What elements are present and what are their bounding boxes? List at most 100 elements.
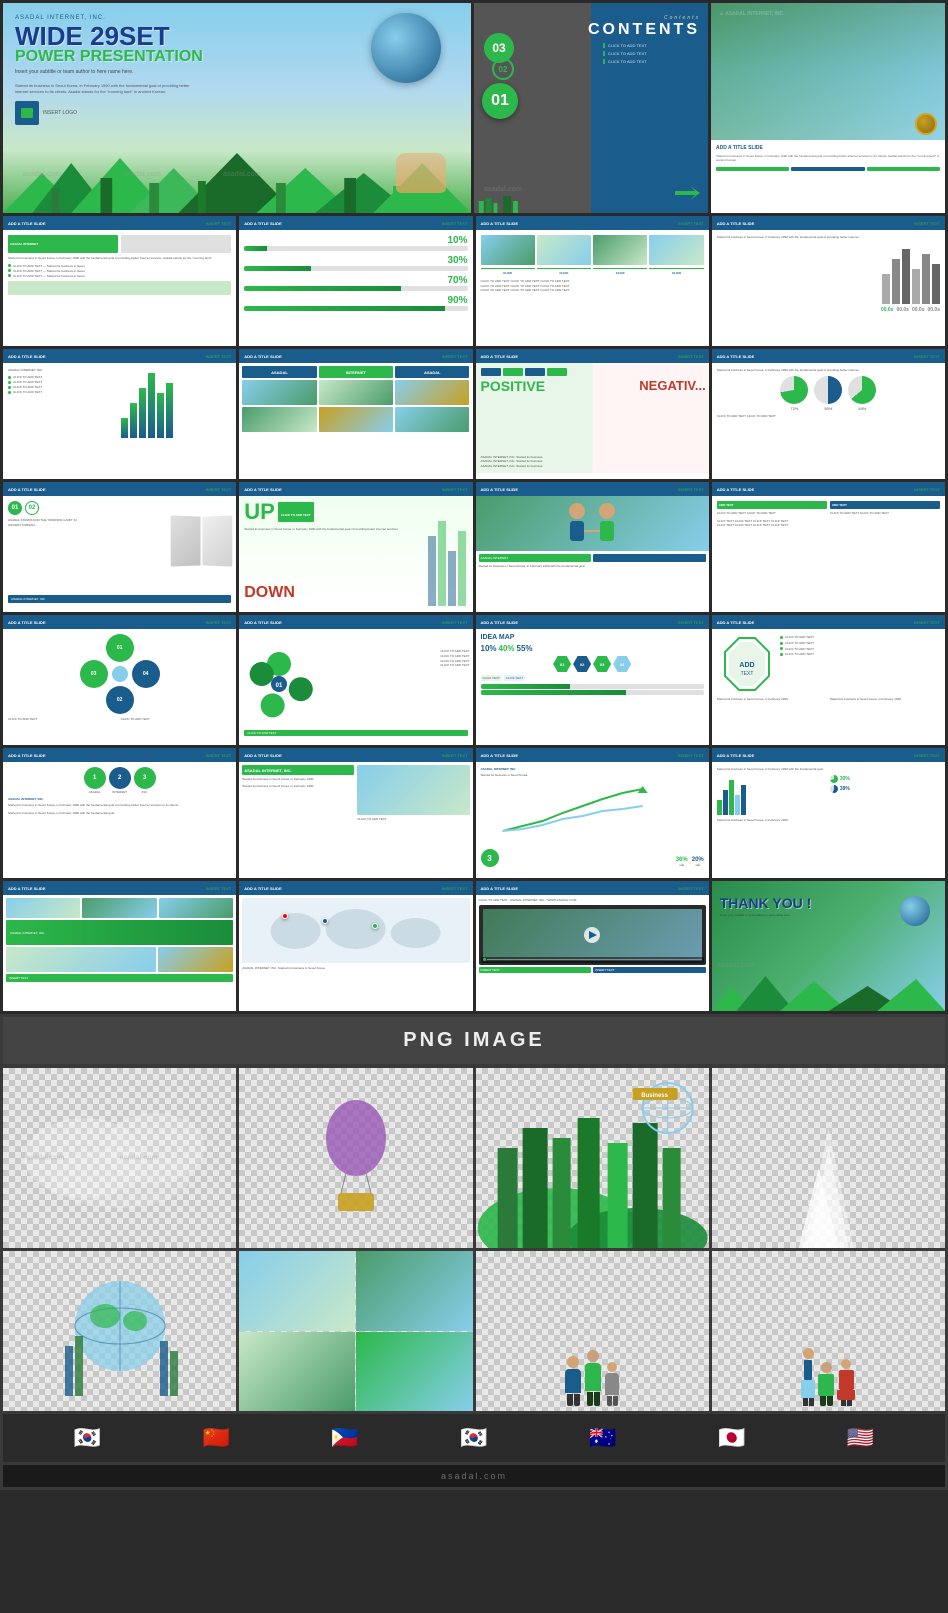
slide-3-4-label: ADD A TITLE SLIDE <box>717 354 754 359</box>
thank-you-slide[interactable]: THANK YOU ! Insert your subtitle or team… <box>712 881 945 1011</box>
slide-4-1-label: ADD A TITLE SLIDE <box>8 487 45 492</box>
footer-text: asadal.com <box>441 1471 507 1481</box>
contents-slide[interactable]: 03 02 01 Contents CONTENTS CLICK TO ADD … <box>474 3 708 213</box>
slide-3-3-label: ADD A TITLE SLIDE <box>481 354 518 359</box>
title-slide-1-header: ADD A TITLE SLIDE <box>716 145 940 151</box>
png-item-balloon <box>239 1068 472 1248</box>
click-text-1: CLICK TO ADD TEXT <box>603 43 703 48</box>
slide-3-3[interactable]: ADD A TITLE SLIDE INSERT TEXT POSITIVE N… <box>476 349 709 479</box>
positive-text: POSITIVE <box>481 378 546 394</box>
hero-body-text: Started its business in Seoul Korea, in … <box>15 83 195 95</box>
title-slide-1[interactable]: ▲ ASADAL INTERNET, INC. ADD A TITLE SLID… <box>711 3 945 213</box>
slide-6-2[interactable]: ADD A TITLE SLIDE INSERT TEXT ASADAL INT… <box>239 748 472 878</box>
num-03: 03 <box>492 41 505 55</box>
png-item-business-people <box>712 1251 945 1411</box>
slide-2-2[interactable]: ADD A TITLE SLIDE INSERT TEXT 10% 30% 70… <box>239 216 472 346</box>
slide-2-4-label: ADD A TITLE SLIDE <box>717 221 754 226</box>
hero-title-1: WIDE 29SET <box>15 23 203 49</box>
slide-4-4-label: ADD A TITLE SLIDE <box>717 487 754 492</box>
flag-ph: 🇵🇭 <box>329 1422 361 1454</box>
slide-3-2-label: ADD A TITLE SLIDE <box>244 354 281 359</box>
flag-kr2: 🇰🇷 <box>458 1422 490 1454</box>
svg-text:TEXT: TEXT <box>740 671 753 677</box>
slide-3-2[interactable]: ADD A TITLE SLIDE INSERT TEXT ASADAL INT… <box>239 349 472 479</box>
num-02: 02 <box>499 65 508 74</box>
hero-slide[interactable]: ASADAL INTERNET, INC. WIDE 29SET POWER P… <box>3 3 471 213</box>
footer: asadal.com <box>3 1465 945 1487</box>
png-item-nature <box>239 1251 472 1411</box>
slide-2-1-label: ADD A TITLE SLIDE <box>8 221 45 226</box>
slide-7-2[interactable]: ADD A TITLE SLIDE INSERT TEXT <box>239 881 472 1011</box>
png-row-1: asadal.com asadal.com <box>3 1068 945 1248</box>
flag-jp: 🇯🇵 <box>716 1422 748 1454</box>
flag-au: 🇦🇺 <box>587 1422 619 1454</box>
click-text-2: CLICK TO ADD TEXT <box>603 51 703 56</box>
slide-5-1-label: ADD A TITLE SLIDE <box>8 620 45 625</box>
insert-logo: INSERT LOGO <box>43 110 77 116</box>
slide-5-2-label: ADD A TITLE SLIDE <box>244 620 281 625</box>
png-item-globe-city <box>3 1251 236 1411</box>
slide-5-3[interactable]: ADD A TITLE SLIDE INSERT TEXT IDEA MAP 1… <box>476 615 709 745</box>
row-7: ADD A TITLE SLIDE INSERT TEXT ASADAL INT… <box>0 881 948 1011</box>
watermark-ty: asadal.com <box>717 962 755 969</box>
slide-4-3-label: ADD A TITLE SLIDE <box>481 487 518 492</box>
flag-us: 🇺🇸 <box>844 1422 876 1454</box>
slide-7-3[interactable]: ADD A TITLE SLIDE INSERT TEXT CLICK TO A… <box>476 881 709 1011</box>
slide-6-3-label: ADD A TITLE SLIDE <box>481 753 518 758</box>
slide-5-1[interactable]: ADD A TITLE SLIDE INSERT TEXT 01 02 03 0… <box>3 615 236 745</box>
slide-7-1-label: ADD A TITLE SLIDE <box>8 886 45 891</box>
top-row-grid: ASADAL INTERNET, INC. WIDE 29SET POWER P… <box>0 0 948 213</box>
slide-3-1[interactable]: ADD A TITLE SLIDE INSERT TEXT ASADAL INT… <box>3 349 236 479</box>
row-3: ADD A TITLE SLIDE INSERT TEXT ASADAL INT… <box>0 349 948 479</box>
click-text-3: CLICK TO ADD TEXT <box>603 59 703 64</box>
row-6: ADD A TITLE SLIDE INSERT TEXT 1 ASADAL 2… <box>0 748 948 878</box>
slide-6-2-label: ADD A TITLE SLIDE <box>244 753 281 758</box>
png-section: PNG IMAGE asadal.com asadal.com <box>0 1014 948 1490</box>
row-2: ADD A TITLE SLIDE INSERT TEXT ASADAL INT… <box>0 216 948 346</box>
slide-7-1[interactable]: ADD A TITLE SLIDE INSERT TEXT ASADAL INT… <box>3 881 236 1011</box>
hero-title-2: POWER PRESENTATION <box>15 49 203 65</box>
num-01: 01 <box>491 92 509 110</box>
thank-you-title: THANK YOU ! <box>720 896 895 911</box>
slide-6-1[interactable]: ADD A TITLE SLIDE INSERT TEXT 1 ASADAL 2… <box>3 748 236 878</box>
png-item-people <box>476 1251 709 1411</box>
row-5: ADD A TITLE SLIDE INSERT TEXT 01 02 03 0… <box>0 615 948 745</box>
slide-6-4[interactable]: ADD A TITLE SLIDE INSERT TEXT Started it… <box>712 748 945 878</box>
hero-content: ASADAL INTERNET, INC. WIDE 29SET POWER P… <box>15 15 203 125</box>
slide-5-4[interactable]: ADD A TITLE SLIDE INSERT TEXT ADD TEXT A… <box>712 615 945 745</box>
idea-map-title: IDEA MAP <box>481 634 704 641</box>
png-row-2 <box>3 1251 945 1411</box>
main-container: ASADAL INTERNET, INC. WIDE 29SET POWER P… <box>0 0 948 1490</box>
slide-4-3[interactable]: ADD A TITLE SLIDE INSERT TEXT <box>476 482 709 612</box>
slide-5-3-label: ADD A TITLE SLIDE <box>481 620 518 625</box>
flags-row: 🇰🇷 🇨🇳 🇵🇭 🇰🇷 🇦🇺 🇯🇵 🇺🇸 <box>3 1414 945 1462</box>
png-item-white-shapes <box>712 1068 945 1248</box>
slide-6-4-label: ADD A TITLE SLIDE <box>717 753 754 758</box>
slide-2-2-label: ADD A TITLE SLIDE <box>244 221 281 226</box>
thank-you-sub: Insert your subtitle or team author to h… <box>720 913 895 917</box>
negative-text: NEGATIV... <box>639 378 705 393</box>
slide-4-4[interactable]: ADD A TITLE SLIDE INSERT TEXT ADD TEXT C… <box>712 482 945 612</box>
png-item-city-green: Business <box>476 1068 709 1248</box>
slide-2-3[interactable]: ADD A TITLE SLIDE INSERT TEXT CLICK CLIC… <box>476 216 709 346</box>
slide-4-2[interactable]: ADD A TITLE SLIDE INSERT TEXT UP CLICK T… <box>239 482 472 612</box>
up-text: UP <box>244 501 275 523</box>
slide-2-3-label: ADD A TITLE SLIDE <box>481 221 518 226</box>
svg-text:Business: Business <box>641 1093 668 1099</box>
slide-4-2-label: ADD A TITLE SLIDE <box>244 487 281 492</box>
row-4: ADD A TITLE SLIDE INSERT TEXT 01 02 ASAD… <box>0 482 948 612</box>
slide-7-2-label: ADD A TITLE SLIDE <box>244 886 281 891</box>
slide-6-3[interactable]: ADD A TITLE SLIDE INSERT TEXT ASADAL INT… <box>476 748 709 878</box>
slide-5-4-label: ADD A TITLE SLIDE <box>717 620 754 625</box>
png-label: PNG IMAGE <box>3 1017 945 1064</box>
slide-2-1[interactable]: ADD A TITLE SLIDE INSERT TEXT ASADAL INT… <box>3 216 236 346</box>
slide-6-1-label: ADD A TITLE SLIDE <box>8 753 45 758</box>
slide-5-2[interactable]: ADD A TITLE SLIDE INSERT TEXT 01 <box>239 615 472 745</box>
contents-title: CONTENTS <box>588 21 700 39</box>
flag-kr1: 🇰🇷 <box>71 1422 103 1454</box>
slide-4-1[interactable]: ADD A TITLE SLIDE INSERT TEXT 01 02 ASAD… <box>3 482 236 612</box>
slide-2-4[interactable]: ADD A TITLE SLIDE INSERT TEXT Started it… <box>712 216 945 346</box>
svg-text:01: 01 <box>276 683 283 689</box>
slide-3-4[interactable]: ADD A TITLE SLIDE INSERT TEXT Started it… <box>712 349 945 479</box>
png-item-clouds: asadal.com asadal.com <box>3 1068 236 1248</box>
